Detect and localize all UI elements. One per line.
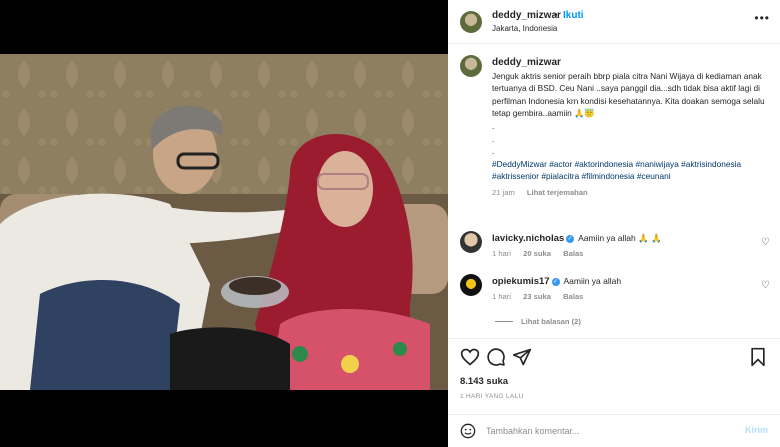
hashtag-link[interactable]: #filmindonesia bbox=[582, 171, 635, 181]
caption-author-avatar[interactable] bbox=[460, 55, 482, 77]
verified-badge-icon: ✓ bbox=[551, 278, 560, 286]
caption-meta: 21 jam Lihat terjemahan bbox=[492, 187, 770, 200]
verified-badge-icon: ✓ bbox=[566, 235, 575, 243]
reply-button[interactable]: Balas bbox=[563, 249, 583, 258]
heart-icon[interactable] bbox=[460, 347, 480, 367]
caption-text: Jenguk aktris senior peraih bbrp piala c… bbox=[492, 70, 765, 119]
more-options-icon[interactable]: ••• bbox=[754, 11, 770, 25]
post-comment-button[interactable]: Kirim bbox=[745, 425, 768, 435]
comment-body: lavicky.nicholas ✓ Aamiin ya allah 🙏 🙏 bbox=[492, 233, 662, 244]
hashtag-list: #DeddyMizwar #actor #aktorindonesia #nan… bbox=[492, 158, 770, 183]
caption-dot: . bbox=[492, 146, 495, 157]
hashtag-link[interactable]: #DeddyMizwar bbox=[492, 159, 547, 169]
follow-button[interactable]: Ikuti bbox=[563, 10, 584, 21]
hashtag-link[interactable]: #actor bbox=[549, 159, 572, 169]
comment-meta: 1 hari 23 suka Balas bbox=[492, 292, 593, 301]
comment-time[interactable]: 1 hari bbox=[492, 249, 511, 258]
post-photo[interactable] bbox=[0, 54, 448, 390]
hashtag-link[interactable]: #aktrissenior bbox=[492, 171, 539, 181]
commenter-avatar[interactable] bbox=[460, 274, 482, 296]
posted-time[interactable]: 1 HARI YANG LALU bbox=[460, 393, 523, 400]
caption-username[interactable]: deddy_mizwar bbox=[492, 57, 770, 70]
post-media-panel bbox=[0, 0, 448, 447]
post-location[interactable]: Jakarta, Indonesia bbox=[492, 24, 557, 33]
comment-icon[interactable] bbox=[486, 347, 506, 367]
caption-dot: . bbox=[492, 133, 495, 144]
post-actions-bar bbox=[448, 338, 780, 374]
replies-divider bbox=[495, 321, 513, 322]
hashtag-link[interactable]: #aktorindonesia bbox=[575, 159, 634, 169]
caption-time[interactable]: 21 jam bbox=[492, 188, 515, 197]
post-photo-illustration bbox=[0, 54, 448, 390]
share-icon[interactable] bbox=[512, 347, 532, 367]
reply-button[interactable]: Balas bbox=[563, 292, 583, 301]
caption-dot: . bbox=[492, 120, 495, 131]
post-side-panel: deddy_mizwar • Ikuti Jakarta, Indonesia … bbox=[448, 0, 780, 447]
comment-like-heart-icon[interactable]: ♡ bbox=[761, 280, 770, 291]
add-comment-bar: Kirim bbox=[448, 414, 780, 447]
commenter-username[interactable]: opiekumis17 bbox=[492, 276, 550, 287]
commenter-username[interactable]: lavicky.nicholas bbox=[492, 233, 564, 244]
translate-link[interactable]: Lihat terjemahan bbox=[527, 188, 588, 197]
comment-likes[interactable]: 23 suka bbox=[523, 292, 551, 301]
comment-text: Aamiin ya allah 🙏 🙏 bbox=[578, 233, 662, 243]
author-avatar[interactable] bbox=[460, 11, 482, 33]
likes-count[interactable]: 8.143 suka bbox=[460, 376, 508, 387]
post-header: deddy_mizwar • Ikuti Jakarta, Indonesia … bbox=[448, 0, 780, 44]
author-username[interactable]: deddy_mizwar bbox=[492, 10, 561, 21]
view-replies-link[interactable]: Lihat balasan (2) bbox=[495, 317, 581, 326]
bookmark-icon[interactable] bbox=[748, 347, 768, 367]
hashtag-link[interactable]: #pialacitra bbox=[541, 171, 579, 181]
hashtag-link[interactable]: #aktrisindonesia bbox=[681, 159, 741, 169]
comment-time[interactable]: 1 hari bbox=[492, 292, 511, 301]
view-replies-label: Lihat balasan (2) bbox=[521, 317, 581, 326]
hashtag-link[interactable]: #naniwijaya bbox=[635, 159, 678, 169]
separator-dot: • bbox=[554, 10, 558, 21]
comment-like-heart-icon[interactable]: ♡ bbox=[761, 237, 770, 248]
comment-meta: 1 hari 20 suka Balas bbox=[492, 249, 593, 258]
comment-input[interactable] bbox=[486, 422, 716, 440]
post-caption: deddy_mizwar Jenguk aktris senior peraih… bbox=[492, 57, 770, 200]
comment-body: opiekumis17 ✓ Aamiin ya allah bbox=[492, 276, 621, 287]
comment-likes[interactable]: 20 suka bbox=[523, 249, 551, 258]
commenter-avatar[interactable] bbox=[460, 231, 482, 253]
comment-text: Aamiin ya allah bbox=[563, 276, 622, 286]
hashtag-link[interactable]: #ceunani bbox=[637, 171, 671, 181]
emoji-icon[interactable] bbox=[460, 423, 476, 439]
